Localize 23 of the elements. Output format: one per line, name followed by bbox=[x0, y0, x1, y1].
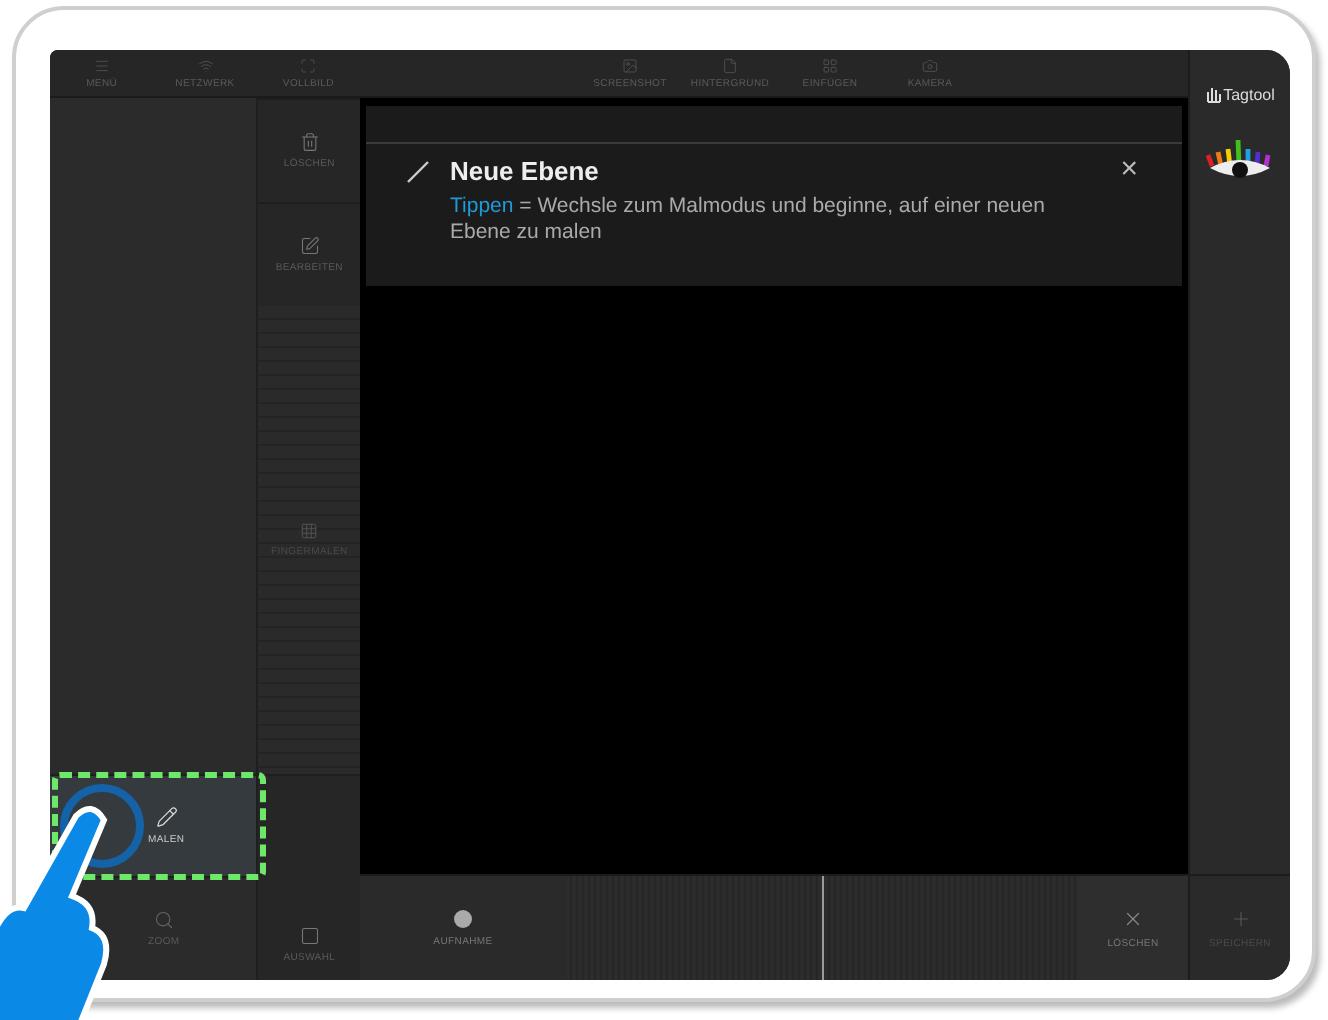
toolbar-icon bbox=[622, 57, 638, 73]
timeline[interactable] bbox=[566, 876, 1078, 980]
toolbar-icon bbox=[922, 57, 938, 73]
toolbar-icon bbox=[722, 57, 738, 73]
tooltip-title: Neue Ebene bbox=[450, 156, 601, 186]
toolbar-icon bbox=[93, 57, 110, 73]
plus-icon bbox=[1229, 907, 1251, 929]
pencil-icon bbox=[155, 806, 178, 828]
grid-icon bbox=[300, 522, 319, 540]
brand-logo: Tagtool bbox=[1205, 86, 1275, 104]
search-icon bbox=[153, 910, 174, 930]
edit-icon bbox=[299, 236, 320, 256]
toolbar-icon bbox=[300, 57, 317, 73]
trash-icon bbox=[299, 132, 320, 152]
toolbar-icon bbox=[822, 57, 838, 73]
square-icon bbox=[299, 926, 320, 946]
brush-icon bbox=[406, 160, 430, 184]
close-button[interactable]: × bbox=[1120, 156, 1138, 246]
eye-logo-icon bbox=[1206, 140, 1274, 184]
close-icon bbox=[1122, 907, 1144, 929]
tooltip-text: Tippen = Wechsle zum Malmodus und beginne, auf einer neuen Ebene zu malen bbox=[450, 194, 1047, 246]
dot-icon bbox=[454, 909, 472, 927]
toolbar-icon bbox=[197, 57, 213, 73]
